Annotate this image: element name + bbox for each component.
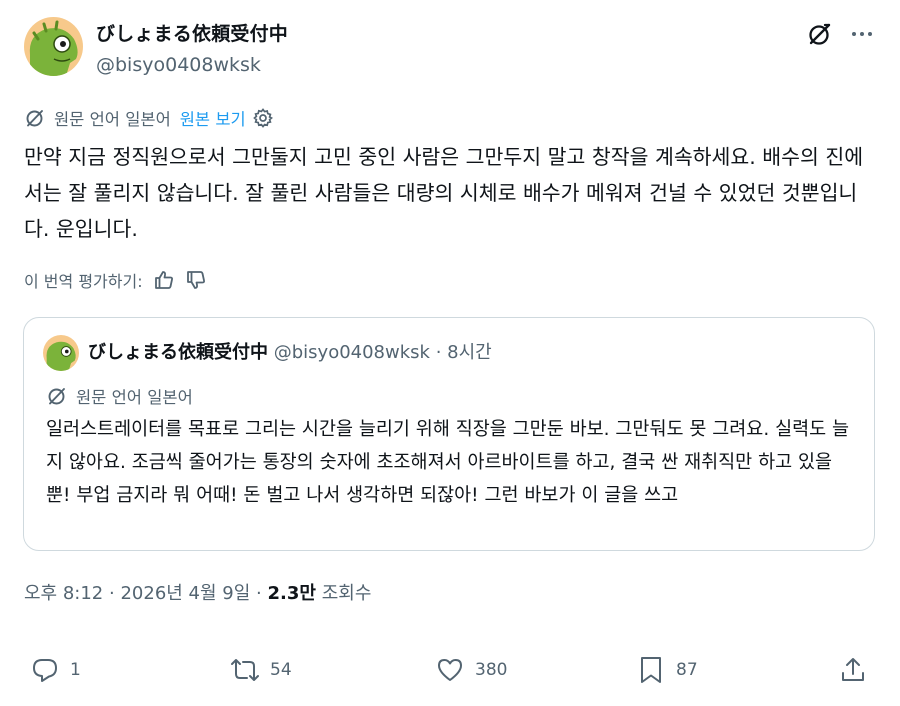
translation-source-label: 원문 언어 일본어	[54, 110, 171, 129]
thumb-down-icon[interactable]	[185, 269, 207, 291]
quote-author-avatar[interactable]	[43, 335, 79, 371]
more-icon	[850, 22, 874, 46]
quote-translation-source-label: 원문 언어 일본어	[76, 388, 193, 407]
meta-separator: ·	[256, 583, 262, 604]
views-label: 조회수	[321, 583, 372, 604]
bookmark-icon	[636, 655, 666, 685]
like-count: 380	[475, 660, 508, 680]
translate-icon	[24, 107, 46, 129]
repost-button[interactable]: 54	[230, 652, 292, 688]
like-button[interactable]: 380	[435, 652, 507, 688]
like-icon	[435, 655, 465, 685]
translate-icon	[46, 385, 68, 407]
reply-icon	[30, 655, 60, 685]
tweet-text: 만약 지금 정직원으로서 그만둘지 고민 중인 사람은 그만두지 말고 창작을 …	[24, 145, 864, 241]
author-display-name[interactable]: びしょまる依頼受付中	[96, 21, 288, 47]
bookmark-count: 87	[676, 660, 698, 680]
repost-icon	[230, 655, 260, 685]
meta-separator: ·	[109, 583, 115, 604]
views-count: 2.3만	[267, 583, 316, 604]
thumb-up-icon[interactable]	[153, 269, 175, 291]
repost-count: 54	[270, 660, 292, 680]
author-avatar[interactable]	[24, 17, 83, 76]
tweet-meta: 오후 8:12 · 2026년 4월 9일 · 2.3만 조회수	[24, 581, 371, 607]
grok-button[interactable]	[806, 20, 834, 48]
quote-translation-bar: 원문 언어 일본어	[46, 384, 193, 408]
share-button[interactable]	[838, 652, 868, 688]
quoted-tweet[interactable]: びしょまる依頼受付中 @bisyo0408wksk · 8시간 원문 언어 일본…	[23, 317, 875, 551]
share-icon	[838, 655, 868, 685]
bookmark-button[interactable]: 87	[636, 652, 698, 688]
rate-translation-bar: 이 번역 평가하기:	[24, 266, 207, 294]
author-handle[interactable]: @bisyo0408wksk	[96, 52, 261, 78]
rate-translation-label: 이 번역 평가하기:	[24, 272, 143, 291]
grok-icon	[807, 21, 833, 47]
quote-text: 일러스트레이터를 목표로 그리는 시간을 늘리기 위해 직장을 그만둔 바보. …	[46, 419, 850, 506]
reply-button[interactable]: 1	[30, 652, 81, 688]
gear-icon[interactable]	[252, 108, 273, 128]
more-options-button[interactable]	[848, 20, 876, 48]
translation-bar: 원문 언어 일본어 원본 보기	[24, 104, 273, 132]
tweet-time[interactable]: 오후 8:12	[24, 583, 103, 604]
quote-timestamp[interactable]: 8시간	[447, 342, 492, 363]
quote-author-handle[interactable]: @bisyo0408wksk	[274, 342, 430, 363]
quote-header: びしょまる依頼受付中 @bisyo0408wksk · 8시간	[88, 340, 492, 366]
quote-separator: ·	[435, 342, 442, 363]
tweet-date[interactable]: 2026년 4월 9일	[120, 583, 250, 604]
reply-count: 1	[70, 660, 81, 680]
quote-author-name[interactable]: びしょまる依頼受付中	[88, 342, 268, 363]
show-original-link[interactable]: 원본 보기	[180, 106, 246, 130]
